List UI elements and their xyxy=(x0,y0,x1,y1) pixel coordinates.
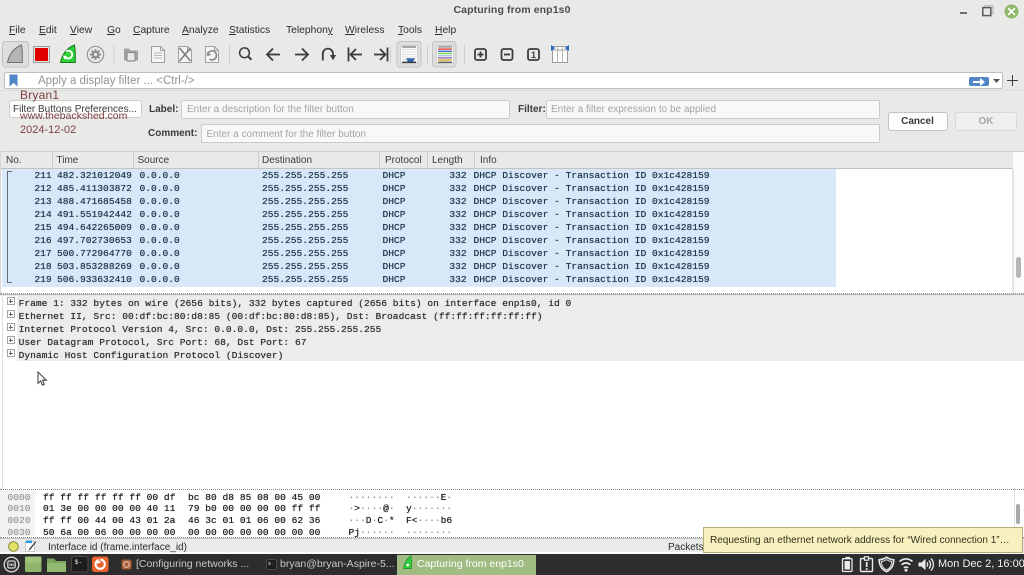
svg-text:$-: $- xyxy=(268,561,273,567)
svg-text:$-: $- xyxy=(75,559,83,566)
svg-text:1: 1 xyxy=(531,50,536,60)
